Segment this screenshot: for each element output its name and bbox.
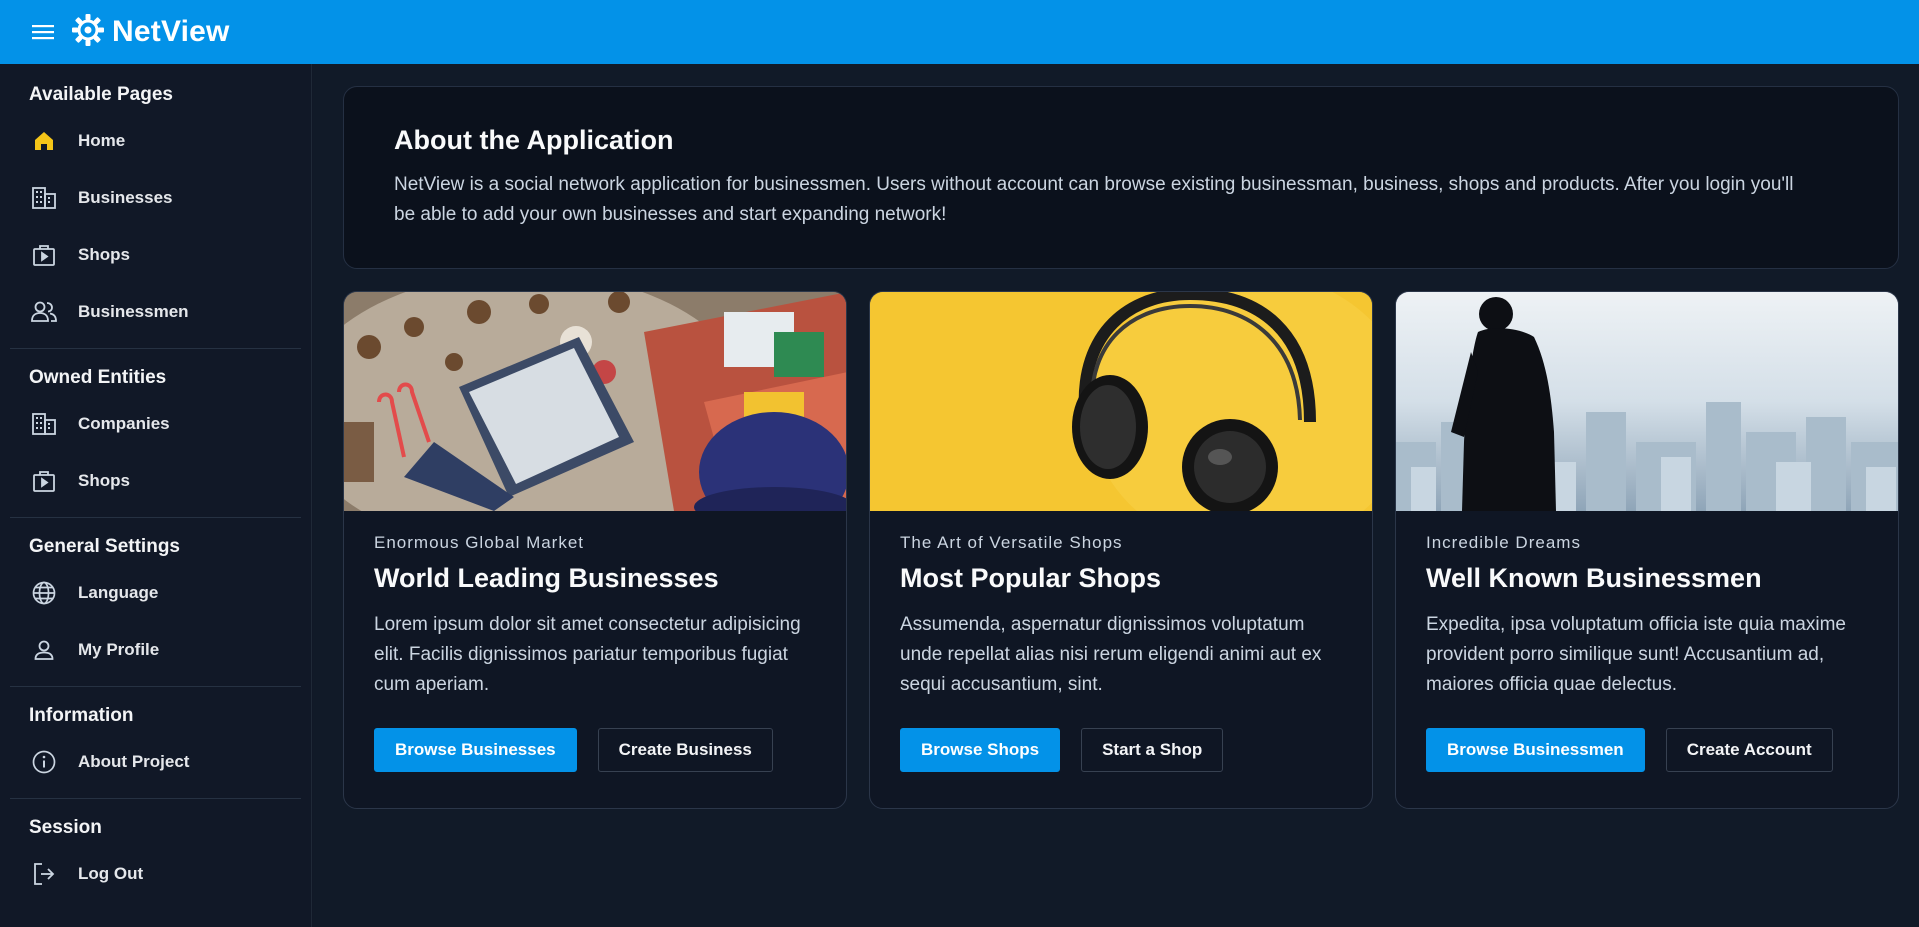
sidebar-item-label: Log Out bbox=[78, 863, 144, 883]
sidebar-section-title: Owned Entities bbox=[29, 367, 167, 388]
laptop-christmas-photo bbox=[344, 292, 846, 511]
sidebar-section-general-settings: General Settings Language My Profile bbox=[0, 518, 311, 678]
card-body: Enormous Global Market World Leading Bus… bbox=[344, 511, 846, 772]
sidebar-item-about-project[interactable]: About Project bbox=[10, 733, 301, 790]
businessman-city-photo bbox=[1396, 292, 1898, 511]
card-actions: Browse Shops Start a Shop bbox=[900, 728, 1342, 772]
card-kicker: Enormous Global Market bbox=[374, 533, 585, 552]
globe-icon bbox=[29, 578, 59, 608]
sidebar-section-title: Available Pages bbox=[29, 84, 173, 105]
user-icon bbox=[29, 635, 59, 665]
card-actions: Browse Businessmen Create Account bbox=[1426, 728, 1868, 772]
sidebar-section-available-pages: Available Pages Home Businesses Shops Bu… bbox=[0, 64, 311, 340]
sidebar-item-label: Shops bbox=[78, 244, 130, 264]
create-business-button[interactable]: Create Business bbox=[597, 728, 773, 772]
card-title: Well Known Businessmen bbox=[1426, 563, 1762, 593]
app-logo[interactable]: NetView bbox=[70, 12, 230, 53]
top-app-bar: NetView bbox=[0, 0, 1919, 64]
hamburger-icon[interactable] bbox=[30, 18, 58, 46]
sidebar-item-owned-shops[interactable]: Shops bbox=[10, 452, 301, 509]
about-panel: About the Application NetView is a socia… bbox=[343, 86, 1899, 269]
sidebar-item-label: Home bbox=[78, 130, 126, 150]
sidebar-section-owned-entities: Owned Entities Companies Shops bbox=[0, 349, 311, 509]
info-icon bbox=[29, 747, 59, 777]
sidebar-item-label: About Project bbox=[78, 751, 190, 771]
sidebar: Available Pages Home Businesses Shops Bu… bbox=[0, 64, 312, 927]
sidebar-item-companies[interactable]: Companies bbox=[10, 395, 301, 452]
sidebar-section-session: Session Log Out bbox=[0, 799, 311, 902]
card-body: Incredible Dreams Well Known Businessmen… bbox=[1396, 511, 1898, 772]
feature-card-shops: The Art of Versatile Shops Most Popular … bbox=[869, 291, 1373, 809]
sidebar-item-shops[interactable]: Shops bbox=[10, 226, 301, 283]
home-icon bbox=[29, 126, 59, 156]
sidebar-item-label: Companies bbox=[78, 413, 170, 433]
logout-icon bbox=[29, 859, 59, 889]
feature-card-businesses: Enormous Global Market World Leading Bus… bbox=[343, 291, 847, 809]
card-kicker: Incredible Dreams bbox=[1426, 533, 1581, 552]
sidebar-section-title: Information bbox=[29, 705, 134, 726]
about-text: NetView is a social network application … bbox=[394, 174, 1794, 225]
headphones-photo bbox=[870, 292, 1372, 511]
start-shop-button[interactable]: Start a Shop bbox=[1081, 728, 1224, 772]
shop-icon bbox=[29, 466, 59, 496]
feature-card-businessmen: Incredible Dreams Well Known Businessmen… bbox=[1395, 291, 1899, 809]
sidebar-item-label: Businessmen bbox=[78, 301, 189, 321]
about-title: About the Application bbox=[394, 125, 674, 155]
card-text: Expedita, ipsa voluptatum officia iste q… bbox=[1426, 614, 1846, 695]
card-text: Assumenda, aspernatur dignissimos volupt… bbox=[900, 614, 1322, 695]
card-actions: Browse Businesses Create Business bbox=[374, 728, 816, 772]
sidebar-item-businessmen[interactable]: Businessmen bbox=[10, 283, 301, 340]
create-account-button[interactable]: Create Account bbox=[1665, 728, 1833, 772]
gear-icon bbox=[70, 12, 106, 53]
sidebar-item-home[interactable]: Home bbox=[10, 112, 301, 169]
sidebar-section-title: Session bbox=[29, 817, 102, 838]
browse-shops-button[interactable]: Browse Shops bbox=[900, 728, 1061, 772]
sidebar-item-label: Language bbox=[78, 582, 159, 602]
card-kicker: The Art of Versatile Shops bbox=[900, 533, 1123, 552]
card-text: Lorem ipsum dolor sit amet consectetur a… bbox=[374, 614, 801, 695]
shop-icon bbox=[29, 240, 59, 270]
building-icon bbox=[29, 409, 59, 439]
card-body: The Art of Versatile Shops Most Popular … bbox=[870, 511, 1372, 772]
browse-businessmen-button[interactable]: Browse Businessmen bbox=[1426, 728, 1645, 772]
sidebar-item-log-out[interactable]: Log Out bbox=[10, 845, 301, 902]
main-content: About the Application NetView is a socia… bbox=[313, 64, 1919, 927]
users-icon bbox=[29, 297, 59, 327]
app-name: NetView bbox=[112, 15, 230, 48]
card-title: Most Popular Shops bbox=[900, 563, 1162, 593]
browse-businesses-button[interactable]: Browse Businesses bbox=[374, 728, 577, 772]
building-icon bbox=[29, 183, 59, 213]
sidebar-item-label: Businesses bbox=[78, 187, 173, 207]
sidebar-item-label: Shops bbox=[78, 470, 130, 490]
sidebar-item-language[interactable]: Language bbox=[10, 564, 301, 621]
card-title: World Leading Businesses bbox=[374, 563, 719, 593]
sidebar-item-businesses[interactable]: Businesses bbox=[10, 169, 301, 226]
sidebar-item-my-profile[interactable]: My Profile bbox=[10, 621, 301, 678]
sidebar-section-information: Information About Project bbox=[0, 687, 311, 790]
sidebar-section-title: General Settings bbox=[29, 536, 180, 557]
sidebar-item-label: My Profile bbox=[78, 639, 160, 659]
